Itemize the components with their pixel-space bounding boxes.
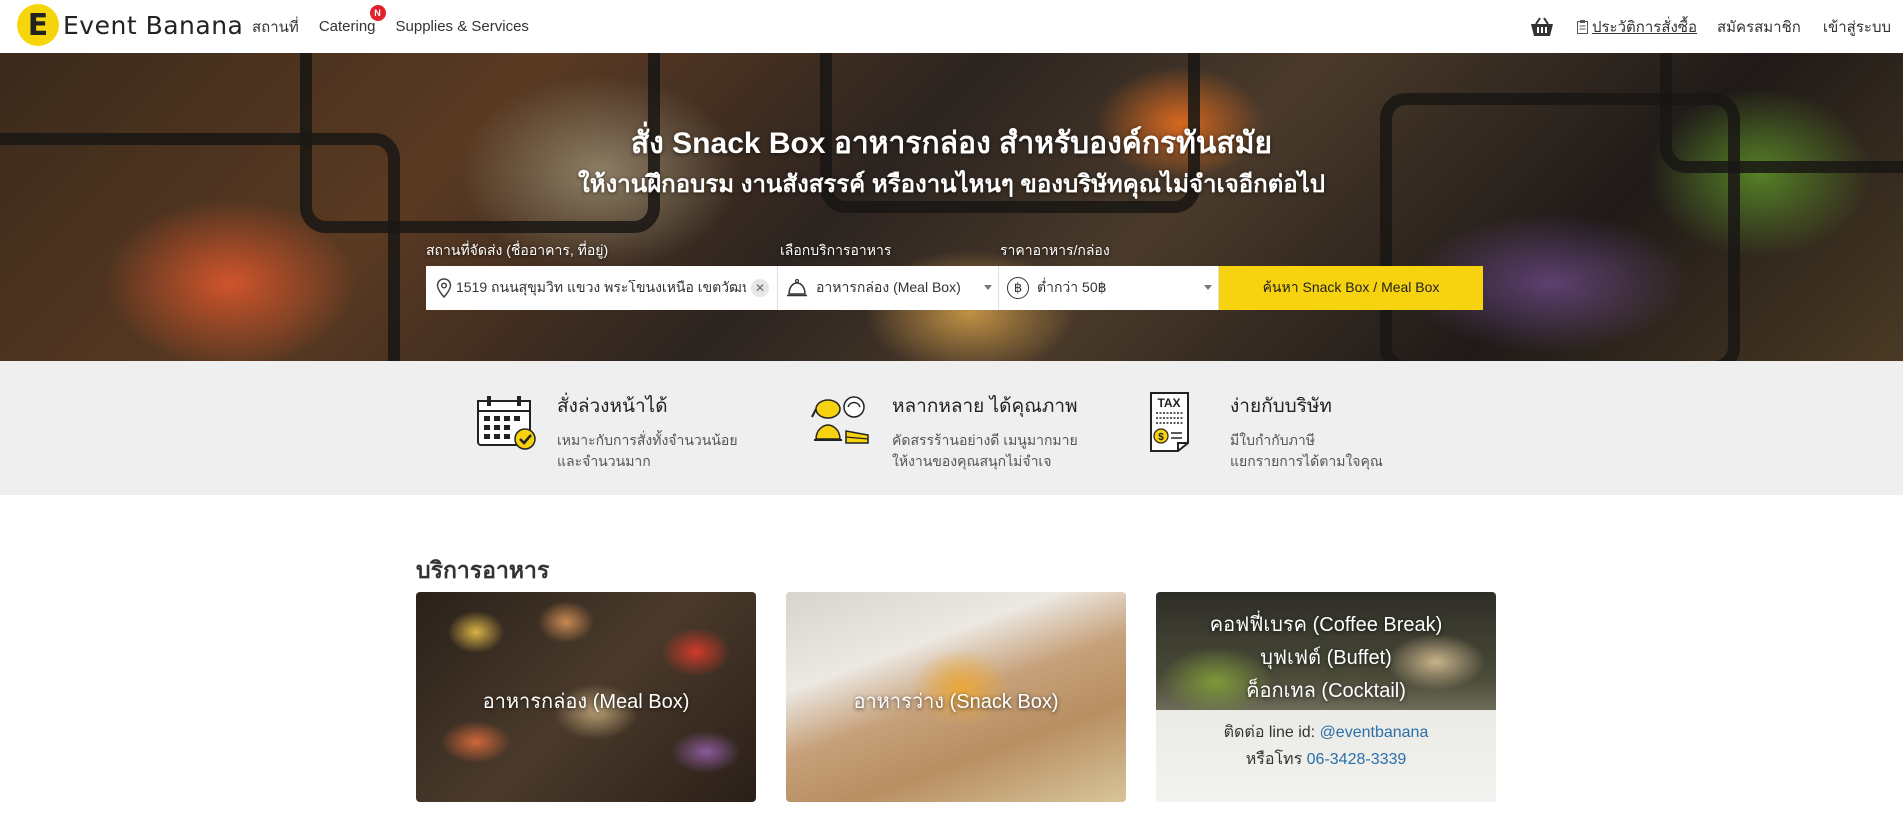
service-value: อาหารกล่อง (Meal Box) — [816, 279, 961, 295]
feature-title: หลากหลาย ได้คุณภาพ — [892, 396, 1078, 417]
features-strip: สั่งล่วงหน้าได้ เหมาะกับการสั่งทั้งจำนวน… — [0, 361, 1903, 495]
feature-desc-line1: เหมาะกับการสั่งทั้งจำนวนน้อย — [557, 432, 738, 448]
feature-desc-line2: แยกรายการได้ตามใจคุณ — [1230, 453, 1383, 469]
logo[interactable]: E Event Banana — [17, 4, 243, 46]
basket-icon[interactable] — [1529, 16, 1555, 38]
top-navbar: E Event Banana สถานที่ Catering N Suppli… — [0, 0, 1903, 53]
new-badge: N — [369, 5, 386, 21]
service-card-catering[interactable]: คอฟฟี่เบรค (Coffee Break) บุฟเฟต์ (Buffe… — [1156, 592, 1496, 802]
service-card-meal-box[interactable]: อาหารกล่อง (Meal Box) — [416, 592, 756, 802]
search-bar: ✕ อาหารกล่อง (Meal Box) ฿ ต่ำกว่า 50฿ ค้… — [426, 266, 1483, 310]
line-id-link[interactable]: @eventbanana — [1320, 724, 1429, 741]
feature-text: สั่งล่วงหน้าได้ เหมาะกับการสั่งทั้งจำนวน… — [557, 391, 738, 472]
price-value: ต่ำกว่า 50฿ — [1037, 279, 1107, 295]
feature-desc-line1: มีใบกำกับภาษี — [1230, 432, 1315, 448]
feature-desc-line2: และจำนวนมาก — [557, 453, 651, 469]
feature-desc-line2: ให้งานของคุณสนุกไม่จำเจ — [892, 453, 1052, 469]
feature-desc-line1: คัดสรรร้านอย่างดี เมนูมากมาย — [892, 432, 1078, 448]
clear-location-icon[interactable]: ✕ — [751, 279, 769, 297]
line-contact: ติดต่อ line id: @eventbanana — [1156, 720, 1496, 745]
card-line-coffee-break: คอฟฟี่เบรค (Coffee Break) — [1209, 614, 1443, 636]
chevron-down-icon — [1204, 285, 1212, 290]
feature-text: หลากหลาย ได้คุณภาพ คัดสรรร้านอย่างดี เมน… — [892, 391, 1078, 472]
hero-banner: สั่ง Snack Box อาหารกล่อง สำหรับองค์กรทั… — [0, 53, 1903, 361]
food-variety-icon — [811, 396, 869, 444]
nav-catering-link[interactable]: Catering N — [318, 5, 386, 35]
price-label: ราคาอาหาร/กล่อง — [1000, 242, 1110, 258]
contact-box: ติดต่อ line id: @eventbanana หรือโทร 06-… — [1156, 710, 1496, 802]
nav-supplies-link[interactable]: Supplies & Services — [396, 18, 529, 35]
location-label: สถานที่จัดส่ง (ชื่ออาคาร, ที่อยู่) — [426, 242, 609, 258]
tax-invoice-icon: TAX $ — [1150, 392, 1189, 452]
phone-link[interactable]: 06-3428-3339 — [1307, 751, 1407, 768]
svg-text:$: $ — [1158, 432, 1164, 443]
price-select[interactable]: ฿ ต่ำกว่า 50฿ — [999, 266, 1219, 310]
register-link[interactable]: สมัครสมาชิก — [1717, 15, 1801, 39]
main-nav: สถานที่ Catering N Supplies & Services — [252, 0, 549, 53]
clipboard-icon — [1576, 19, 1588, 34]
feature-title: ง่ายกับบริษัท — [1230, 396, 1332, 417]
hero-title: สั่ง Snack Box อาหารกล่อง สำหรับองค์กรทั… — [630, 127, 1273, 160]
cloche-icon — [787, 278, 807, 297]
feature-text: ง่ายกับบริษัท มีใบกำกับภาษี แยกรายการได้… — [1230, 391, 1383, 472]
card-line-cocktail: ค็อกเทล (Cocktail) — [1246, 680, 1406, 702]
logo-text: Event Banana — [63, 10, 244, 40]
phone-contact: หรือโทร 06-3428-3339 — [1156, 747, 1496, 772]
nav-catering-label: Catering — [318, 18, 376, 35]
service-label: เลือกบริการอาหาร — [780, 242, 892, 258]
calendar-check-icon — [477, 396, 536, 450]
services-title: บริการอาหาร — [416, 557, 550, 583]
feature-advance-order: สั่งล่วงหน้าได้ เหมาะกับการสั่งทั้งจำนวน… — [475, 391, 738, 472]
feature-title: สั่งล่วงหน้าได้ — [557, 396, 668, 417]
order-history-label: ประวัติการสั่งซื้อ — [1591, 18, 1697, 36]
location-input[interactable] — [456, 280, 746, 296]
card-label: อาหารกล่อง (Meal Box) — [482, 691, 690, 713]
tax-label: TAX — [1157, 396, 1180, 410]
login-link[interactable]: เข้าสู่ระบบ — [1823, 15, 1891, 39]
nav-right: ประวัติการสั่งซื้อ สมัครสมาชิก เข้าสู่ระ… — [1529, 0, 1891, 53]
card-label: อาหารว่าง (Snack Box) — [853, 691, 1059, 713]
feature-variety: หลากหลาย ได้คุณภาพ คัดสรรร้านอย่างดี เมน… — [810, 391, 1078, 472]
location-field: ✕ — [426, 266, 778, 310]
service-card-snack-box[interactable]: อาหารว่าง (Snack Box) — [786, 592, 1126, 802]
card-line-buffet: บุฟเฟต์ (Buffet) — [1260, 647, 1392, 669]
phone-prefix: หรือโทร — [1245, 751, 1307, 768]
line-prefix: ติดต่อ line id: — [1223, 724, 1320, 741]
hero-subtitle: ให้งานฝึกอบรม งานสังสรรค์ หรืองานไหนๆ ขอ… — [577, 171, 1326, 198]
nav-venue-link[interactable]: สถานที่ — [252, 15, 299, 39]
baht-coin-icon: ฿ — [1007, 277, 1029, 299]
search-button[interactable]: ค้นหา Snack Box / Meal Box — [1219, 266, 1483, 310]
chevron-down-icon — [984, 285, 992, 290]
service-select[interactable]: อาหารกล่อง (Meal Box) — [778, 266, 999, 310]
order-history-link[interactable]: ประวัติการสั่งซื้อ — [1576, 15, 1697, 39]
feature-company: TAX $ ง่ายกับบริษัท มีใบกำกับภาษี แยกราย… — [1148, 391, 1383, 472]
logo-badge-icon: E — [17, 4, 59, 46]
map-pin-icon — [436, 278, 452, 298]
